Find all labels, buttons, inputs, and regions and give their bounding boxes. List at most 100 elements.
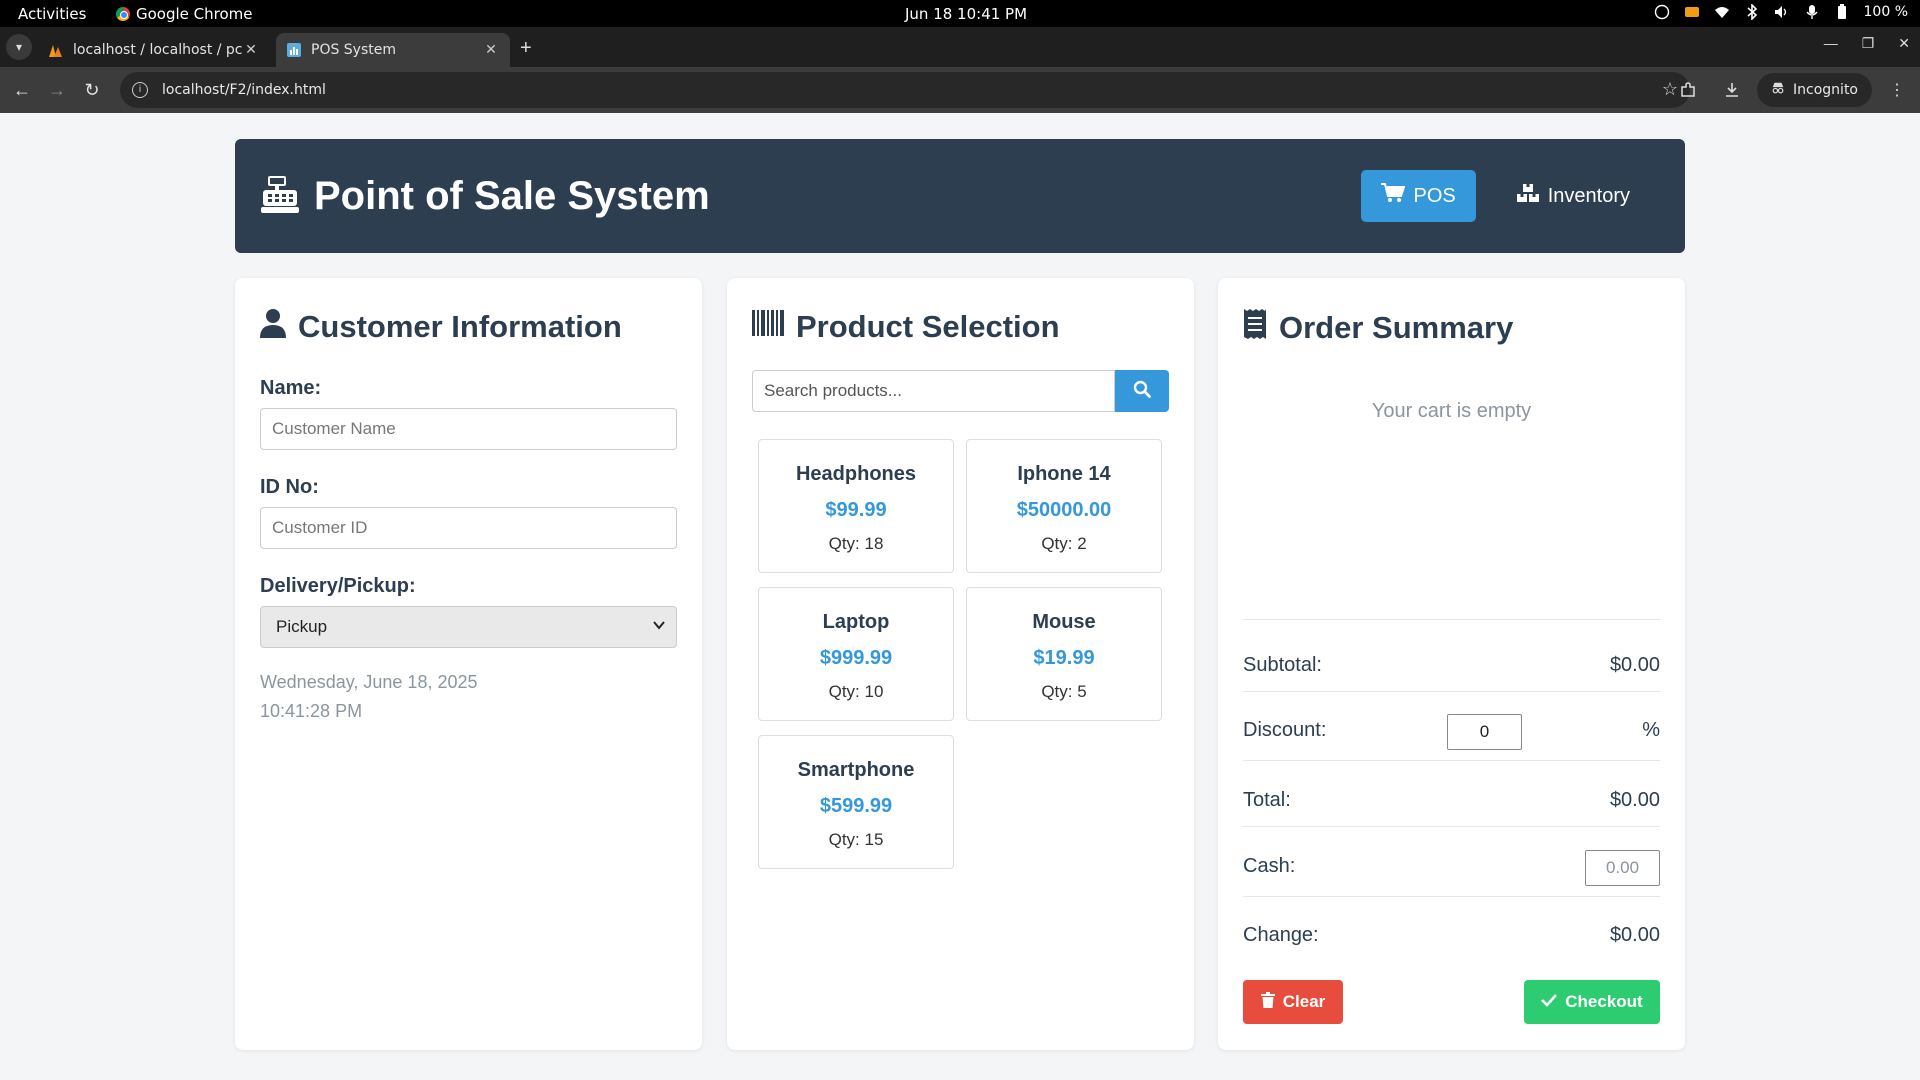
divider [1243,619,1660,620]
total-value: $0.00 [1609,789,1660,811]
tab-close-icon[interactable]: ✕ [242,42,260,58]
product-name: Headphones [795,463,917,485]
app-header: Point of Sale System POS Inventory [235,139,1685,253]
privacy-indicator-icon [1654,4,1670,20]
total-label: Total: [1243,789,1291,811]
shopping-cart-icon [1381,183,1406,209]
extensions-icon[interactable] [1671,73,1705,107]
address-bar[interactable]: i localhost/F2/index.html ☆ [120,72,1690,108]
product-qty: Qty: 18 [828,534,884,553]
product-card-headphones[interactable]: Headphones $99.99 Qty: 18 [758,439,954,573]
app-menu[interactable]: Google Chrome [116,5,253,23]
search-button[interactable] [1115,370,1169,412]
system-clock[interactable]: Jun 18 10:41 PM [905,5,1027,23]
cash-input[interactable] [1585,850,1660,886]
battery-percent: 100 % [1863,4,1908,20]
site-info-icon[interactable]: i [132,82,148,98]
new-tab-plus-icon[interactable]: + [520,37,532,60]
activities-button[interactable]: Activities [18,5,86,23]
chevron-down-icon [652,618,666,635]
page-body: Point of Sale System POS Inventory Custo… [0,113,1920,1080]
minimize-icon[interactable]: — [1824,35,1838,52]
cash-register-icon [260,174,300,219]
product-card-laptop[interactable]: Laptop $999.99 Qty: 10 [758,587,954,721]
browser-tab-pos-system[interactable]: POS System ✕ [276,33,510,67]
discount-label: Discount: [1243,719,1327,741]
checkout-button[interactable]: Checkout [1524,980,1660,1024]
product-name: Laptop [822,611,890,633]
product-selection-heading: Product Selection [752,308,1060,346]
barcode-icon [752,308,784,346]
cash-label: Cash: [1243,855,1296,877]
empty-cart-message: Your cart is empty [1371,400,1532,422]
battery-icon [1834,4,1850,20]
order-summary-heading: Order Summary [1243,308,1513,348]
product-price: $19.99 [1033,647,1095,669]
discount-input[interactable] [1447,714,1522,750]
downloads-icon[interactable] [1715,73,1749,107]
delivery-select-value: Pickup [276,617,328,636]
product-name: Smartphone [797,759,915,781]
nav-pos[interactable]: POS [1361,170,1476,222]
product-qty: Qty: 5 [1041,682,1087,701]
product-price: $999.99 [819,647,893,669]
product-qty: Qty: 2 [1041,534,1087,553]
product-price: $99.99 [825,499,887,521]
reload-icon[interactable]: ↻ [80,78,104,102]
product-qty: Qty: 10 [828,682,884,701]
system-tray[interactable]: 100 % [1654,4,1908,20]
bluetooth-icon [1744,4,1760,20]
tab-close-icon[interactable]: ✕ [482,42,500,58]
product-card-iphone-14[interactable]: Iphone 14 $50000.00 Qty: 2 [966,439,1162,573]
delivery-select[interactable]: Pickup [260,606,677,648]
pos-favicon-icon [286,42,302,58]
incognito-label: Incognito [1793,82,1858,98]
customer-info-title: Customer Information [298,309,622,344]
boxes-icon [1516,183,1540,209]
product-card-smartphone[interactable]: Smartphone $599.99 Qty: 15 [758,735,954,869]
app-name: Google Chrome [136,5,253,23]
clear-button[interactable]: Clear [1243,980,1343,1024]
trash-icon [1260,991,1275,1013]
app-logo: Point of Sale System [260,174,710,219]
main-nav: POS Inventory [1361,170,1650,222]
id-label: ID No: [260,476,319,498]
product-name: Iphone 14 [1017,463,1111,485]
forward-arrow-icon[interactable]: → [45,78,69,102]
current-time: 10:41:28 PM [260,701,363,721]
chrome-icon [116,7,130,21]
phpmyadmin-favicon-icon [48,42,64,58]
more-menu-icon[interactable]: ⋮ [1880,73,1914,107]
clear-button-label: Clear [1282,992,1326,1011]
screen-share-icon [1684,4,1700,20]
product-name: Mouse [1032,611,1096,633]
nav-inventory-label: Inventory [1547,184,1630,207]
window-controls: — ❐ ✕ [1824,35,1910,52]
product-search-input[interactable] [752,370,1115,412]
order-summary-title: Order Summary [1279,310,1514,345]
checkout-button-label: Checkout [1565,992,1643,1011]
user-icon [260,308,286,346]
divider [1243,826,1660,827]
close-window-icon[interactable]: ✕ [1898,35,1910,52]
customer-name-input[interactable] [260,408,677,450]
product-price: $50000.00 [1016,499,1112,521]
restore-icon[interactable]: ❐ [1862,35,1875,52]
customer-id-input[interactable] [260,507,677,549]
checkmark-icon [1541,992,1558,1012]
incognito-indicator[interactable]: Incognito [1757,73,1872,107]
url-text: localhost/F2/index.html [162,82,326,98]
wifi-icon [1714,4,1730,20]
product-selection-card: Product Selection Headphones $99.99 Qty:… [727,278,1194,1050]
search-icon [1133,380,1151,403]
tab-search-button[interactable]: ▾ [6,34,32,60]
nav-inventory[interactable]: Inventory [1496,170,1650,222]
product-card-mouse[interactable]: Mouse $19.99 Qty: 5 [966,587,1162,721]
current-date: Wednesday, June 18, 2025 [260,672,478,692]
microphone-icon [1804,4,1820,20]
browser-tab-phpmyadmin[interactable]: localhost / localhost / pc ✕ [38,33,270,67]
back-arrow-icon[interactable]: ← [10,78,34,102]
tab-title: localhost / localhost / pc [73,42,242,58]
order-summary-card: Order Summary Your cart is empty Subtota… [1218,278,1685,1050]
divider [1243,760,1660,761]
